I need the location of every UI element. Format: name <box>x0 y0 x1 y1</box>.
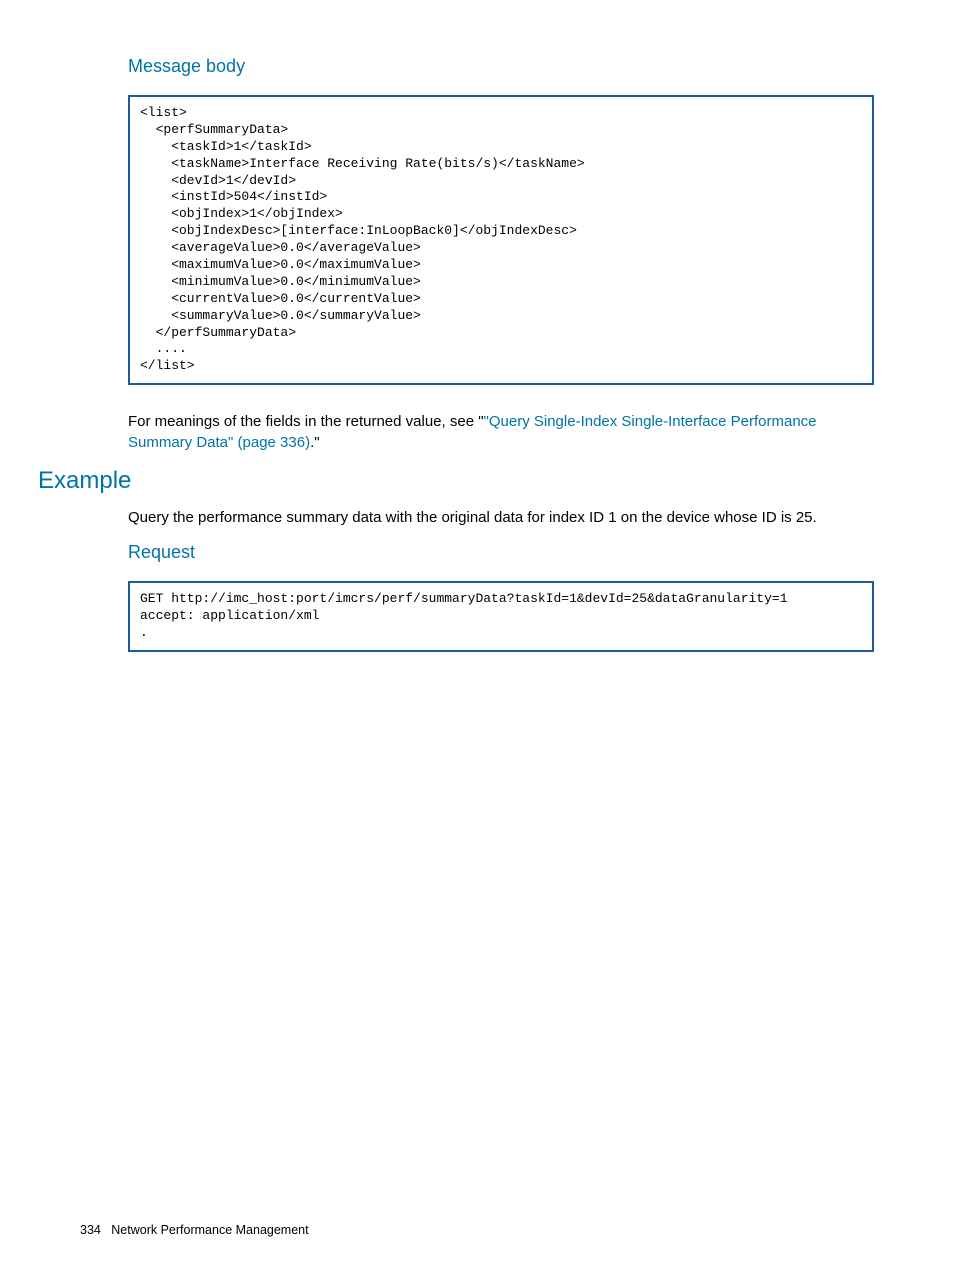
page-footer: 334 Network Performance Management <box>80 1223 309 1237</box>
page-number: 334 <box>80 1223 101 1237</box>
request-code: GET http://imc_host:port/imcrs/perf/summ… <box>128 581 874 652</box>
meanings-paragraph: For meanings of the fields in the return… <box>128 411 874 453</box>
para-text-pre: For meanings of the fields in the return… <box>128 413 484 430</box>
message-body-code: <list> <perfSummaryData> <taskId>1</task… <box>128 95 874 385</box>
para-text-post: ." <box>310 434 320 451</box>
example-heading: Example <box>38 467 874 495</box>
footer-label: Network Performance Management <box>111 1223 308 1237</box>
message-body-heading: Message body <box>128 56 874 77</box>
request-heading: Request <box>128 542 874 563</box>
example-intro: Query the performance summary data with … <box>128 507 874 528</box>
